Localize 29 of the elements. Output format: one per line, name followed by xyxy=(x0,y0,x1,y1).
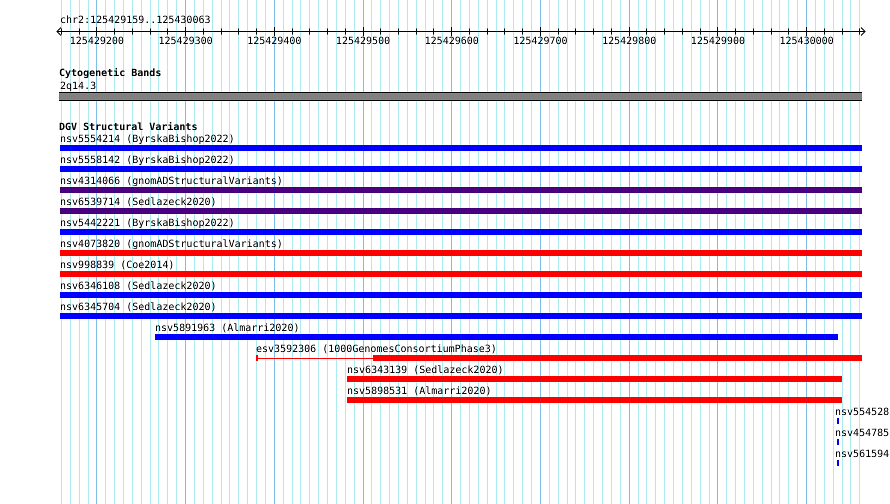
tick-label: 125429200 xyxy=(68,36,125,47)
variant-label: nsv5558142 (ByrskaBishop2022) xyxy=(60,155,235,166)
tick-label: 125429500 xyxy=(334,36,392,47)
track-title: DGV Structural Variants xyxy=(59,122,198,133)
variant-label: nsv5554214 (ByrskaBishop2022) xyxy=(60,134,235,145)
location-label: chr2:125429159..125430063 xyxy=(60,15,211,26)
tick-label: 125429600 xyxy=(424,36,480,47)
variant-label: nsv5891963 (Almarri2020) xyxy=(155,323,300,334)
variant-label: nsv4073820 (gnomADStructuralVariants) xyxy=(60,239,283,250)
band-label: 2q14.3 xyxy=(60,81,96,92)
tick-label: 125430000 xyxy=(778,36,835,47)
variant-label: nsv5898531 (Almarri2020) xyxy=(347,386,492,397)
variant-label: nsv6345704 (Sedlazeck2020) xyxy=(60,302,217,313)
variant-label: nsv998839 (Coe2014) xyxy=(60,260,174,271)
tick-label: 125429300 xyxy=(157,36,214,47)
variant-label: nsv561594 xyxy=(835,449,890,460)
variant-label: nsv6539714 (Sedlazeck2020) xyxy=(60,197,217,208)
tick-label: 125429900 xyxy=(690,36,746,47)
variant-label: esv3592306 (1000GenomesConsortiumPhase3) xyxy=(256,344,497,355)
tick-label: 125429700 xyxy=(512,36,569,47)
variant-label: nsv554528 xyxy=(835,407,890,418)
variant-label: nsv6343139 (Sedlazeck2020) xyxy=(347,365,504,376)
variant-label: nsv6346108 (Sedlazeck2020) xyxy=(60,281,217,292)
variant-label: nsv454785 xyxy=(835,428,890,439)
track-title: Cytogenetic Bands xyxy=(59,68,162,79)
variant-label: nsv4314066 (gnomADStructuralVariants) xyxy=(60,176,283,187)
tick-label: 125429400 xyxy=(246,36,302,47)
variant-label: nsv5442221 (ByrskaBishop2022) xyxy=(60,218,235,229)
tick-label: 125429800 xyxy=(601,36,658,47)
